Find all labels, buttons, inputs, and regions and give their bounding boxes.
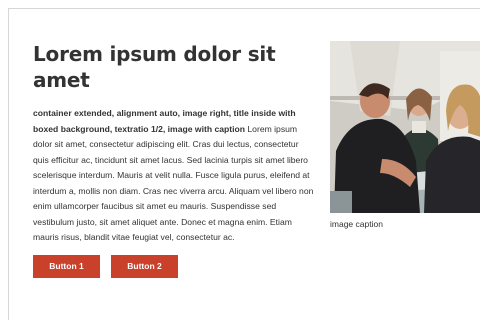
content-section: Lorem ipsum dolor sit amet container ext… <box>9 9 480 320</box>
section-body: container extended, alignment auto, imag… <box>33 106 315 246</box>
image-figure: image caption <box>330 41 480 230</box>
button-1[interactable]: Button 1 <box>33 254 100 278</box>
body-paragraph-text: Lorem ipsum dolor sit amet, consectetur … <box>33 123 314 243</box>
button-group: Button 1 Button 2 <box>33 254 315 279</box>
button-2[interactable]: Button 2 <box>111 254 178 278</box>
text-column: Lorem ipsum dolor sit amet container ext… <box>33 41 315 279</box>
section-photo <box>330 41 480 213</box>
image-caption: image caption <box>330 219 383 229</box>
section-title: Lorem ipsum dolor sit amet <box>33 42 276 92</box>
